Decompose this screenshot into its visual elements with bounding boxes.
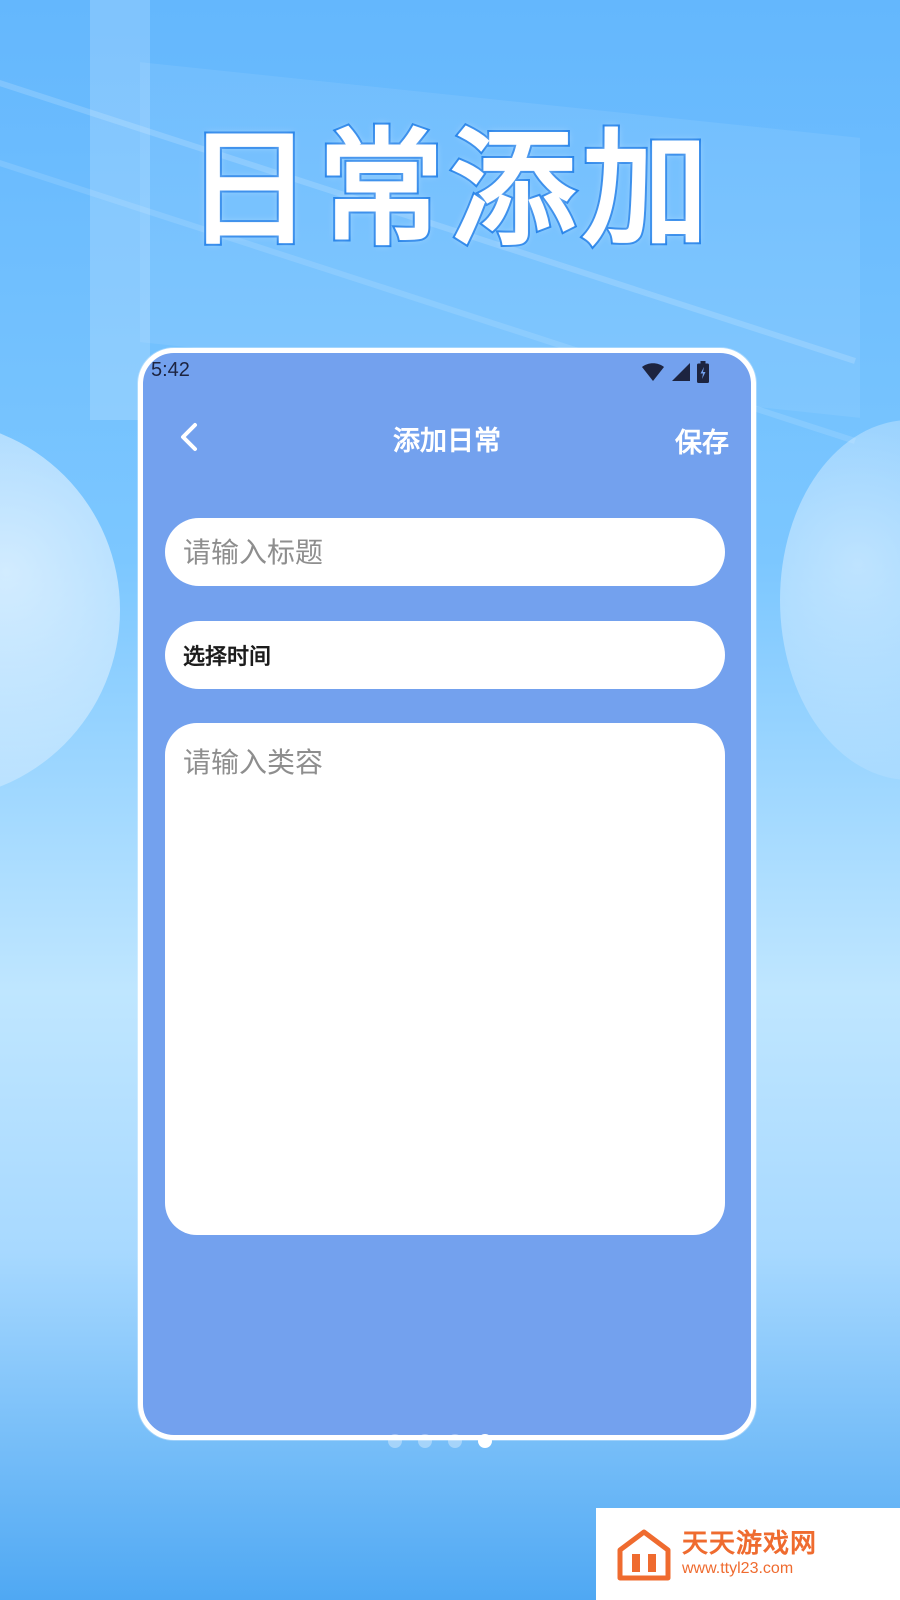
content-input[interactable] xyxy=(165,723,725,1235)
pagination-dots xyxy=(388,1434,492,1448)
background-bubble-right xyxy=(780,420,900,780)
page-title: 添加日常 xyxy=(393,426,501,457)
background-bubble-left xyxy=(0,420,120,800)
time-select[interactable]: 选择时间 xyxy=(165,621,725,689)
pagination-dot-active[interactable] xyxy=(478,1434,492,1448)
hero-title: 日常添加 xyxy=(184,116,714,263)
status-icons xyxy=(641,361,709,387)
watermark-url: www.ttyl23.com xyxy=(682,1560,794,1577)
pagination-dot[interactable] xyxy=(448,1434,462,1448)
pagination-dot[interactable] xyxy=(388,1434,402,1448)
chevron-left-icon xyxy=(181,423,197,451)
back-button[interactable] xyxy=(173,419,209,455)
time-select-label: 选择时间 xyxy=(183,645,272,670)
nav-bar: 添加日常 保存 xyxy=(143,413,751,463)
status-time: 5:42 xyxy=(151,359,190,381)
signal-icon xyxy=(671,362,691,386)
save-button[interactable]: 保存 xyxy=(675,421,729,460)
battery-icon xyxy=(697,361,709,387)
status-bar: 5:42 xyxy=(143,353,751,393)
watermark-name: 天天游戏网 xyxy=(682,1529,818,1559)
pagination-dot[interactable] xyxy=(418,1434,432,1448)
watermark-text: 天天游戏网 www.ttyl23.com xyxy=(682,1529,817,1579)
phone-screen: 5:42 添加日常 保存 请输入标题 选择时间 请输入类容 xyxy=(138,348,756,1440)
title-input[interactable] xyxy=(165,518,725,586)
watermark: 天天游戏网 www.ttyl23.com xyxy=(596,1508,900,1600)
wifi-icon xyxy=(641,362,665,386)
house-logo-icon xyxy=(617,1529,671,1581)
